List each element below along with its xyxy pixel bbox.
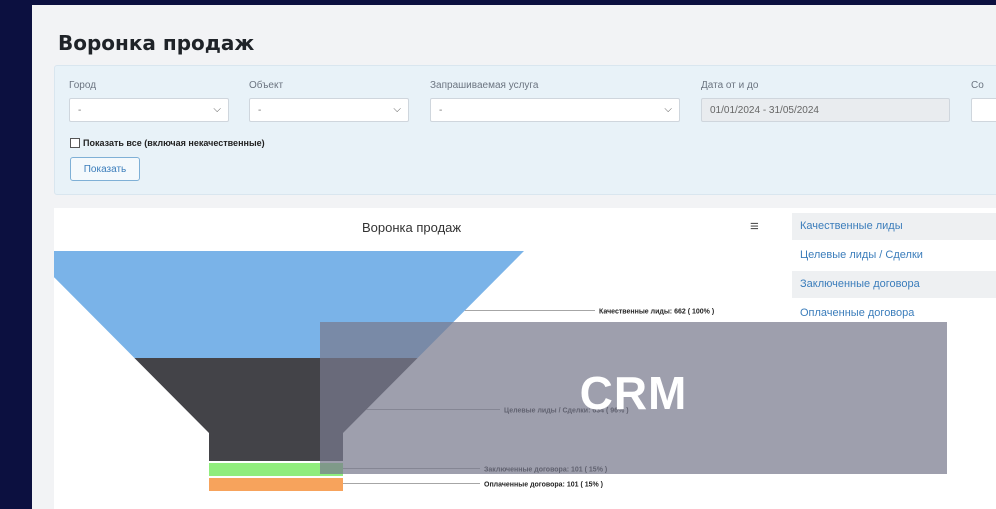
object-select[interactable]: - ⌵ xyxy=(249,98,409,122)
funnel-segment-3[interactable] xyxy=(209,478,343,491)
hamburger-menu-icon[interactable]: ≡ xyxy=(750,218,759,235)
page-title: Воронка продаж xyxy=(58,31,255,55)
legend-item-target-leads[interactable]: Целевые лиды / Сделки xyxy=(792,242,996,269)
date-range-input[interactable]: 01/01/2024 - 31/05/2024 xyxy=(701,98,950,122)
legend-item-contracts[interactable]: Заключенные договора xyxy=(792,271,996,298)
show-button[interactable]: Показать xyxy=(70,157,140,181)
city-value: - xyxy=(78,105,82,116)
chevron-down-icon: ⌵ xyxy=(393,104,401,115)
object-label: Объект xyxy=(249,80,284,91)
show-all-label: Показать все (включая некачественные) xyxy=(83,138,265,148)
extra-filter-label: Со xyxy=(971,80,984,91)
funnel-data-label-0: Качественные лиды: 662 ( 100% ) xyxy=(599,309,714,316)
crm-overlay-text: CRM xyxy=(579,366,688,419)
chevron-down-icon: ⌵ xyxy=(213,104,221,115)
service-value: - xyxy=(439,105,443,116)
chart-title: Воронка продаж xyxy=(362,220,462,235)
extra-filter-select[interactable] xyxy=(971,98,996,122)
show-all-row[interactable]: Показать все (включая некачественные) xyxy=(70,138,265,148)
object-value: - xyxy=(258,105,262,116)
service-select[interactable]: - ⌵ xyxy=(430,98,680,122)
city-label: Город xyxy=(69,80,97,91)
legend-item-qualified-leads[interactable]: Качественные лиды xyxy=(792,213,996,240)
chevron-down-icon: ⌵ xyxy=(664,104,672,115)
service-label: Запрашиваемая услуга xyxy=(430,80,539,91)
city-select[interactable]: - ⌵ xyxy=(69,98,229,122)
date-label: Дата от и до xyxy=(701,80,759,91)
crm-overlay-banner: CRM xyxy=(320,322,947,474)
filter-panel: Город - ⌵ Объект - ⌵ Запрашиваемая услуг… xyxy=(54,65,996,195)
funnel-data-label-3: Оплаченные договора: 101 ( 15% ) xyxy=(484,482,603,489)
show-all-checkbox[interactable] xyxy=(70,138,80,148)
